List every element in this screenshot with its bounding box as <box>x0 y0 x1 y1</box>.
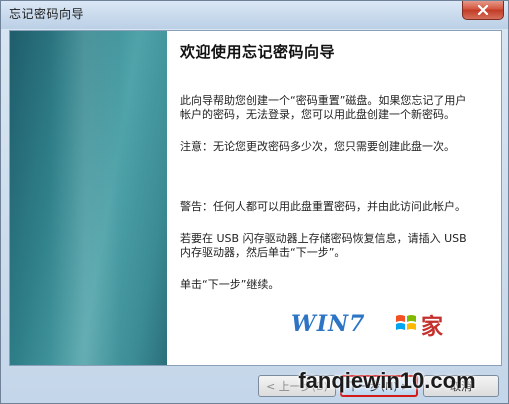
wizard-content: 欢迎使用忘记密码向导 此向导帮助您创建一个“密码重置”磁盘。如果您忘记了用户帐户… <box>180 41 475 310</box>
next-hint-text: 单击“下一步”继续。 <box>180 278 280 291</box>
close-icon <box>477 5 489 15</box>
intro-text: 此向导帮助您创建一个“密码重置”磁盘。如果您忘记了用户帐户的密码，无法登录，您可… <box>180 94 467 121</box>
usb-instructions: 若要在 USB 闪存驱动器上存储密码恢复信息，请插入 USB 内存驱动器，然后单… <box>180 232 467 259</box>
close-button[interactable] <box>462 1 504 20</box>
wizard-window: 忘记密码向导 欢迎使用忘记密码向导 此向导帮助您创建一个“密码重置”磁盘。如果您… <box>0 0 509 404</box>
note-text: 注意：无论您更改密码多少次，您只需要创建此盘一次。 <box>180 140 455 153</box>
window-title: 忘记密码向导 <box>9 7 85 21</box>
win7-logo-overlay: WIN7 家 <box>291 309 459 341</box>
windows-flag-icon <box>396 315 416 330</box>
logo-text: WIN7 <box>291 311 366 337</box>
wizard-side-banner <box>10 31 167 365</box>
site-watermark: fanqiewin10.com <box>298 368 476 393</box>
title-bar[interactable]: 忘记密码向导 <box>1 1 508 29</box>
page-title: 欢迎使用忘记密码向导 <box>180 43 336 61</box>
warning-text: 警告：任何人都可以用此盘重置密码，并由此访问此帐户。 <box>180 200 466 213</box>
logo-suffix: 家 <box>421 315 444 340</box>
